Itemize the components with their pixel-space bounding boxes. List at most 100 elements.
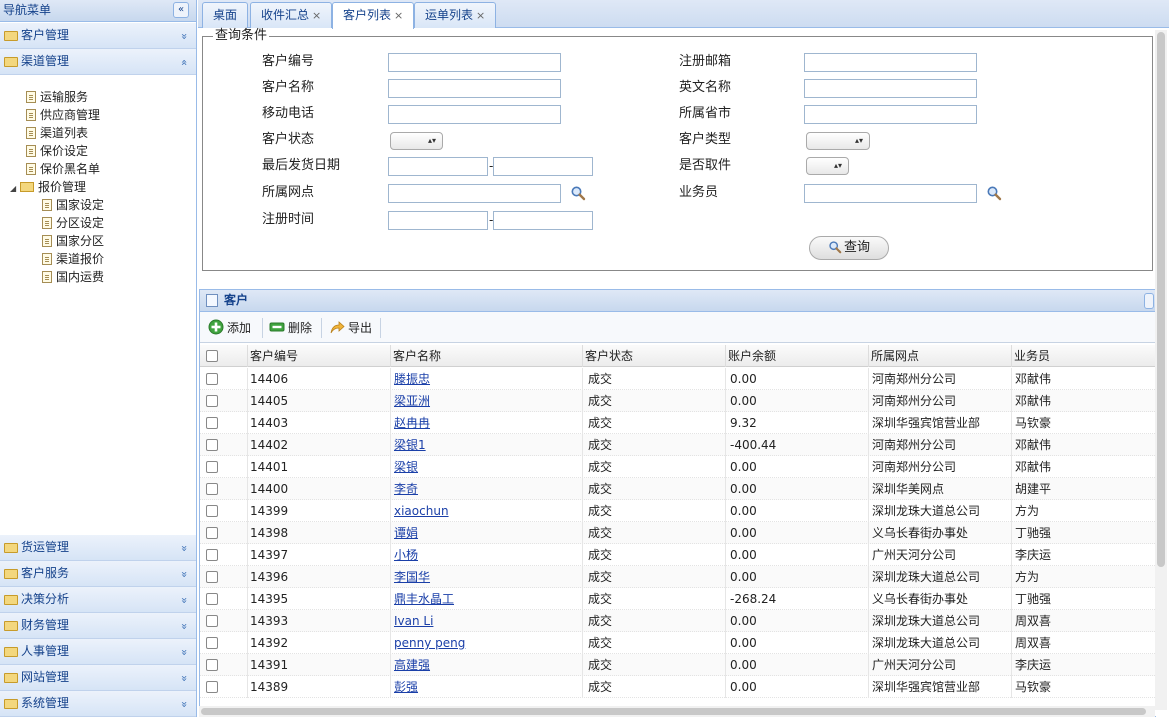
search-branch-icon[interactable]: [570, 185, 586, 201]
table-row[interactable]: 14400 李奇 成交 0.00 深圳华美网点 胡建平: [200, 478, 1157, 500]
tab-customer-list[interactable]: 客户列表 ×: [332, 2, 415, 29]
row-checkbox[interactable]: [206, 373, 218, 385]
table-row[interactable]: 14389 彭强 成交 0.00 深圳华强宾馆营业部 马钦豪: [200, 676, 1157, 698]
close-icon[interactable]: ×: [476, 9, 485, 22]
close-icon[interactable]: ×: [394, 9, 403, 22]
tree-item-supplier-management[interactable]: 供应商管理: [26, 106, 100, 124]
customer-name-link[interactable]: 彭强: [394, 676, 418, 698]
column-header-balance[interactable]: 账户余额: [725, 345, 868, 367]
accordion-decision-analysis[interactable]: 决策分析 »: [0, 587, 196, 613]
column-header-salesperson[interactable]: 业务员: [1011, 345, 1157, 367]
close-icon[interactable]: ×: [312, 9, 321, 22]
export-button[interactable]: 导出: [329, 318, 372, 338]
column-header-branch[interactable]: 所属网点: [868, 345, 1011, 367]
table-row[interactable]: 14393 Ivan Li 成交 0.00 深圳龙珠大道总公司 周双喜: [200, 610, 1157, 632]
salesperson-input[interactable]: [804, 184, 977, 203]
tab-desktop[interactable]: 桌面: [202, 2, 249, 28]
row-checkbox[interactable]: [206, 461, 218, 473]
accordion-hr-management[interactable]: 人事管理 »: [0, 639, 196, 665]
row-checkbox[interactable]: [206, 615, 218, 627]
register-time-to-input[interactable]: [493, 211, 593, 230]
tree-item-country-setting[interactable]: 国家设定: [42, 196, 104, 214]
horizontal-scrollbar[interactable]: [199, 706, 1155, 717]
vertical-scrollbar[interactable]: [1155, 30, 1167, 710]
row-checkbox[interactable]: [206, 505, 218, 517]
accordion-channel-management[interactable]: 渠道管理 «: [0, 49, 196, 75]
search-salesperson-icon[interactable]: [986, 185, 1002, 201]
customer-name-link[interactable]: 梁亚洲: [394, 390, 430, 412]
tab-receipt-summary[interactable]: 收件汇总 ×: [250, 2, 333, 28]
customer-name-link[interactable]: 李奇: [394, 478, 418, 500]
accordion-customer-service[interactable]: 客户服务 »: [0, 561, 196, 587]
column-header-customer-id[interactable]: 客户编号: [247, 345, 390, 367]
register-email-input[interactable]: [804, 53, 977, 72]
row-checkbox[interactable]: [206, 593, 218, 605]
row-checkbox[interactable]: [206, 439, 218, 451]
row-checkbox[interactable]: [206, 527, 218, 539]
customer-name-link[interactable]: 谭娟: [394, 522, 418, 544]
table-row[interactable]: 14396 李国华 成交 0.00 深圳龙珠大道总公司 方为: [200, 566, 1157, 588]
accordion-system-management[interactable]: 系统管理 »: [0, 691, 196, 717]
table-row[interactable]: 14398 谭娟 成交 0.00 义乌长春街办事处 丁驰强: [200, 522, 1157, 544]
customer-name-link[interactable]: 小杨: [394, 544, 418, 566]
accordion-customer-management[interactable]: 客户管理 »: [0, 23, 196, 49]
tree-item-country-zone[interactable]: 国家分区: [42, 232, 104, 250]
tab-waybill-list[interactable]: 运单列表 ×: [414, 2, 497, 28]
horizontal-scroll-thumb[interactable]: [201, 708, 1146, 715]
english-name-input[interactable]: [804, 79, 977, 98]
row-checkbox[interactable]: [206, 549, 218, 561]
row-checkbox[interactable]: [206, 659, 218, 671]
table-row[interactable]: 14402 梁银1 成交 -400.44 河南郑州分公司 邓献伟: [200, 434, 1157, 456]
table-row[interactable]: 14403 赵冉冉 成交 9.32 深圳华强宾馆营业部 马钦豪: [200, 412, 1157, 434]
expand-triangle-icon[interactable]: ◢: [10, 180, 20, 198]
customer-name-link[interactable]: Ivan Li: [394, 610, 433, 632]
customer-id-input[interactable]: [388, 53, 561, 72]
tree-item-channel-list[interactable]: 渠道列表: [26, 124, 88, 142]
customer-name-input[interactable]: [388, 79, 561, 98]
column-header-customer-name[interactable]: 客户名称: [390, 345, 582, 367]
panel-collapse-button[interactable]: [1144, 293, 1154, 309]
row-checkbox[interactable]: [206, 417, 218, 429]
mobile-phone-input[interactable]: [388, 105, 561, 124]
customer-name-link[interactable]: 高建强: [394, 654, 430, 676]
table-row[interactable]: 14401 梁银 成交 0.00 河南郑州分公司 邓献伟: [200, 456, 1157, 478]
pickup-select[interactable]: ▴▾: [806, 157, 849, 175]
customer-name-link[interactable]: penny peng: [394, 632, 465, 654]
customer-name-link[interactable]: 梁银: [394, 456, 418, 478]
tree-item-transport-service[interactable]: 运输服务: [26, 88, 88, 106]
customer-name-link[interactable]: 梁银1: [394, 434, 426, 456]
accordion-freight-management[interactable]: 货运管理 »: [0, 535, 196, 561]
add-button[interactable]: 添加: [208, 318, 251, 338]
customer-name-link[interactable]: 赵冉冉: [394, 412, 430, 434]
row-checkbox[interactable]: [206, 637, 218, 649]
tree-item-insurance-blacklist[interactable]: 保价黑名单: [26, 160, 100, 178]
tree-item-domestic-freight[interactable]: 国内运费: [42, 268, 104, 286]
customer-name-link[interactable]: 滕振忠: [394, 368, 430, 390]
tree-item-channel-quote[interactable]: 渠道报价: [42, 250, 104, 268]
register-time-from-input[interactable]: [388, 211, 488, 230]
table-row[interactable]: 14399 xiaochun 成交 0.00 深圳龙珠大道总公司 方为: [200, 500, 1157, 522]
customer-type-select[interactable]: ▴▾: [806, 132, 870, 150]
table-row[interactable]: 14392 penny peng 成交 0.00 深圳龙珠大道总公司 周双喜: [200, 632, 1157, 654]
customer-status-select[interactable]: ▴▾: [390, 132, 443, 150]
customer-name-link[interactable]: xiaochun: [394, 500, 449, 522]
customer-name-link[interactable]: 李国华: [394, 566, 430, 588]
row-checkbox[interactable]: [206, 395, 218, 407]
select-all-checkbox[interactable]: [206, 350, 218, 362]
accordion-website-management[interactable]: 网站管理 »: [0, 665, 196, 691]
branch-input[interactable]: [388, 184, 561, 203]
tree-item-zone-setting[interactable]: 分区设定: [42, 214, 104, 232]
collapse-sidebar-button[interactable]: «: [173, 2, 189, 18]
tree-item-quote-management[interactable]: ◢ 报价管理: [10, 178, 86, 196]
customer-name-link[interactable]: 鼎丰水晶工: [394, 588, 454, 610]
accordion-finance-management[interactable]: 财务管理 »: [0, 613, 196, 639]
table-row[interactable]: 14406 滕振忠 成交 0.00 河南郑州分公司 邓献伟: [200, 368, 1157, 390]
vertical-scroll-thumb[interactable]: [1157, 32, 1165, 567]
column-header-customer-status[interactable]: 客户状态: [582, 345, 725, 367]
row-checkbox[interactable]: [206, 483, 218, 495]
tree-item-insurance-setting[interactable]: 保价设定: [26, 142, 88, 160]
table-row[interactable]: 14405 梁亚洲 成交 0.00 河南郑州分公司 邓献伟: [200, 390, 1157, 412]
last-ship-date-from-input[interactable]: [388, 157, 488, 176]
province-city-input[interactable]: [804, 105, 977, 124]
table-row[interactable]: 14395 鼎丰水晶工 成交 -268.24 义乌长春街办事处 丁驰强: [200, 588, 1157, 610]
